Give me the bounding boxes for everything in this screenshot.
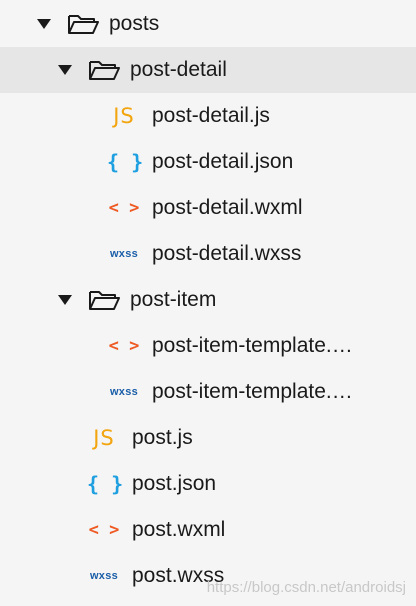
js-file-icon: JS (93, 425, 115, 450)
tree-file-post-item-template-wxml[interactable]: < > post-item-template.… (0, 323, 416, 369)
wxml-file-icon: < > (108, 335, 140, 356)
folder-label: post-item (130, 288, 217, 311)
tree-file-post-wxml[interactable]: < > post.wxml (0, 507, 416, 553)
folder-open-icon (88, 59, 120, 81)
file-label: post-item-template.… (152, 334, 353, 357)
caret-down-icon[interactable] (37, 18, 51, 30)
file-label: post.wxml (132, 518, 226, 541)
tree-file-post-detail-js[interactable]: JS post-detail.js (0, 93, 416, 139)
file-tree: posts post-detail JS post-detail.js { } … (0, 0, 416, 606)
file-label: post-detail.json (152, 150, 294, 173)
caret-down-icon[interactable] (58, 64, 72, 76)
tree-folder-post-detail[interactable]: post-detail (0, 47, 416, 93)
wxss-file-icon: wxss (109, 247, 139, 260)
folder-open-icon (88, 289, 120, 311)
file-label: post-detail.js (152, 104, 270, 127)
tree-folder-post-item[interactable]: post-item (0, 277, 416, 323)
tree-file-post-detail-wxss[interactable]: wxss post-detail.wxss (0, 231, 416, 277)
wxml-file-icon: < > (108, 197, 140, 218)
file-label: post.js (132, 426, 193, 449)
folder-label: post-detail (130, 58, 227, 81)
wxss-file-icon: wxss (109, 385, 139, 398)
tree-file-post-js[interactable]: JS post.js (0, 415, 416, 461)
file-label: post-detail.wxss (152, 242, 302, 265)
tree-file-post-json[interactable]: { } post.json (0, 461, 416, 507)
watermark-text: https://blog.csdn.net/androidsj (206, 579, 406, 596)
file-label: post.json (132, 472, 217, 495)
tree-file-post-item-template-wxss[interactable]: wxss post-item-template.… (0, 369, 416, 415)
wxml-file-icon: < > (88, 519, 120, 540)
json-file-icon: { } (107, 150, 144, 174)
file-label: post-item-template.… (152, 380, 353, 403)
folder-open-icon (67, 13, 99, 35)
tree-folder-posts[interactable]: posts (0, 1, 416, 47)
js-file-icon: JS (113, 103, 135, 128)
wxss-file-icon: wxss (89, 569, 119, 582)
tree-file-post-detail-json[interactable]: { } post-detail.json (0, 139, 416, 185)
folder-label: posts (109, 12, 160, 35)
file-label: post-detail.wxml (152, 196, 303, 219)
tree-file-post-detail-wxml[interactable]: < > post-detail.wxml (0, 185, 416, 231)
json-file-icon: { } (87, 472, 124, 496)
caret-down-icon[interactable] (58, 294, 72, 306)
